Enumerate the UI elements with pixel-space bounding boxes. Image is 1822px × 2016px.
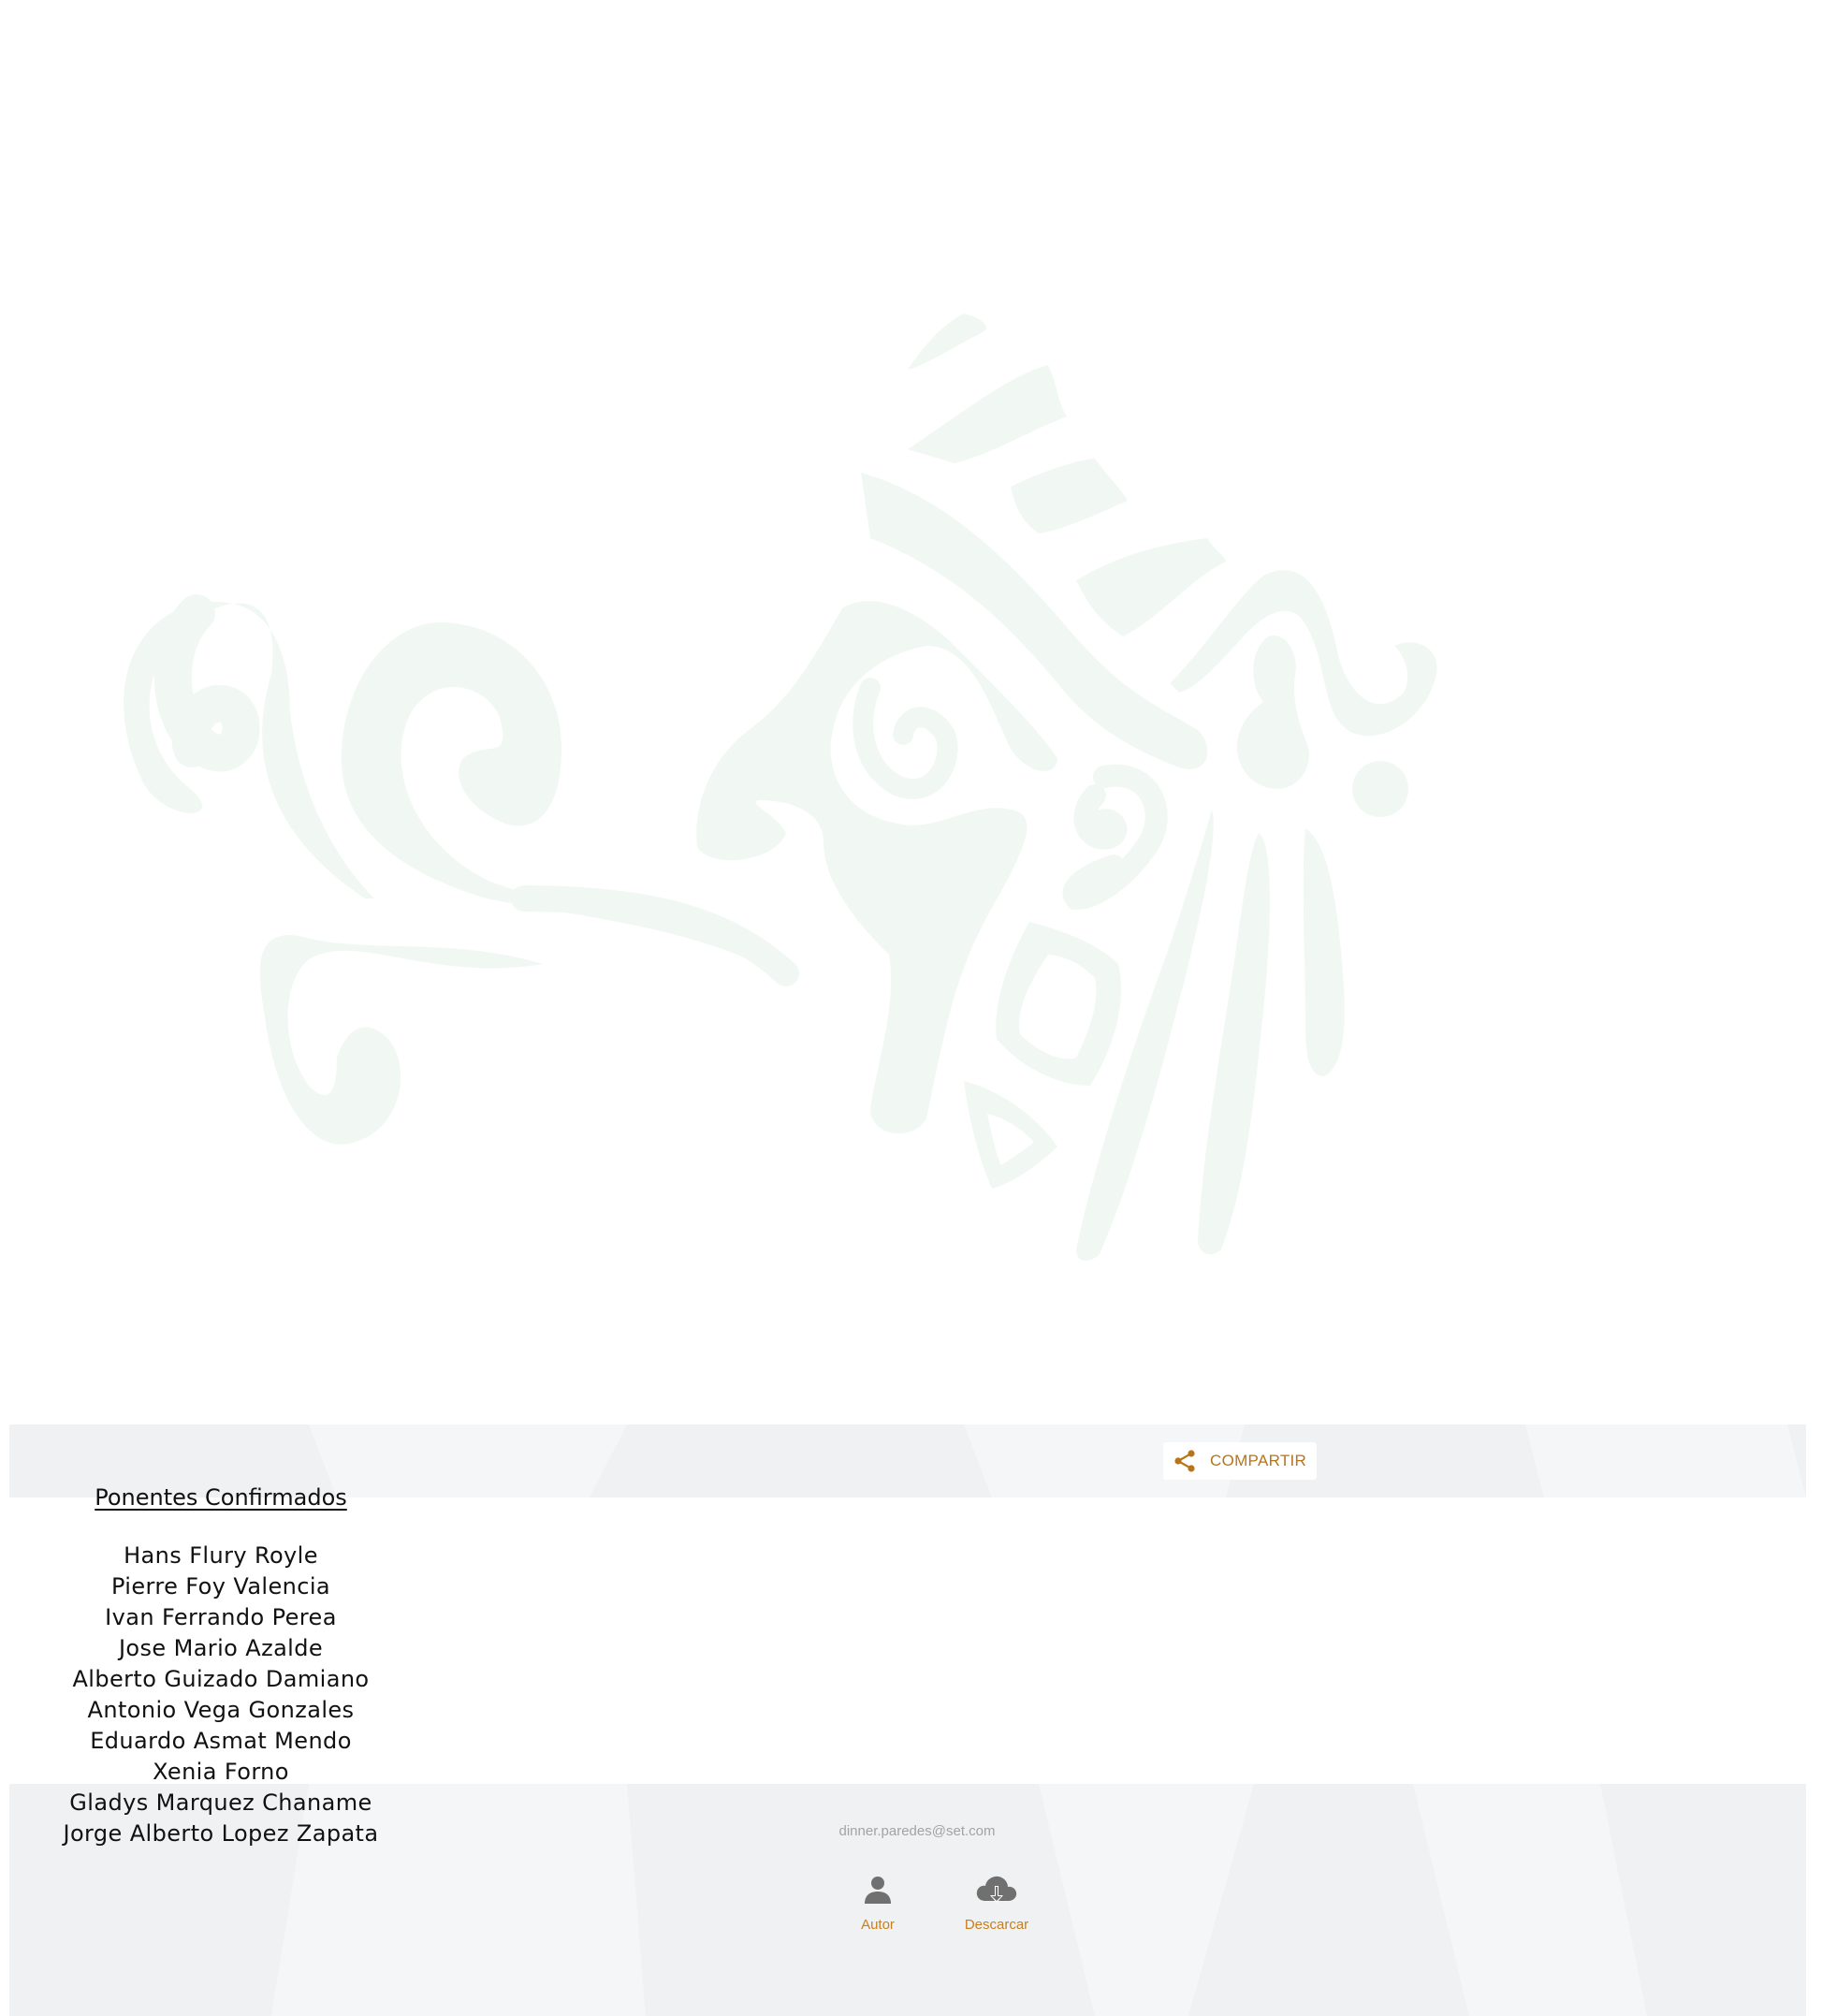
- download-label: Descarcar: [964, 1917, 1029, 1933]
- list-item: Eduardo Asmat Mendo: [90, 1728, 352, 1754]
- share-button[interactable]: COMPARTIR: [1163, 1442, 1317, 1480]
- list-item: Jose Mario Azalde: [118, 1635, 324, 1661]
- share-icon: [1171, 1447, 1199, 1475]
- list-item: Antonio Vega Gonzales: [87, 1697, 355, 1723]
- list-item: Jorge Alberto Lopez Zapata: [63, 1820, 379, 1847]
- list-item: Ivan Ferrando Perea: [105, 1604, 337, 1630]
- author-button[interactable]: Autor: [826, 1866, 929, 1933]
- author-label: Autor: [861, 1917, 895, 1933]
- page: COMPARTIR dinner.paredes@set.com Autor D…: [0, 0, 1822, 2016]
- decorative-swirl-watermark: [124, 314, 1437, 1261]
- speakers-section: Ponentes Confirmados Hans Flury Royle Pi…: [47, 1479, 395, 1849]
- list-item: Alberto Guizado Damiano: [72, 1666, 370, 1692]
- user-icon: [826, 1866, 929, 1913]
- download-button[interactable]: Descarcar: [945, 1866, 1048, 1933]
- list-item: Xenia Forno: [153, 1759, 289, 1785]
- list-item: Hans Flury Royle: [124, 1542, 318, 1569]
- share-label: COMPARTIR: [1210, 1452, 1307, 1469]
- speakers-heading: Ponentes Confirmados: [95, 1484, 347, 1511]
- hero-banner: [0, 0, 1822, 1423]
- list-item: Pierre Foy Valencia: [110, 1573, 331, 1600]
- cloud-download-icon: [945, 1866, 1048, 1913]
- speakers-list: Hans Flury Royle Pierre Foy Valencia Iva…: [47, 1541, 395, 1849]
- list-item: Gladys Marquez Chaname: [69, 1790, 372, 1816]
